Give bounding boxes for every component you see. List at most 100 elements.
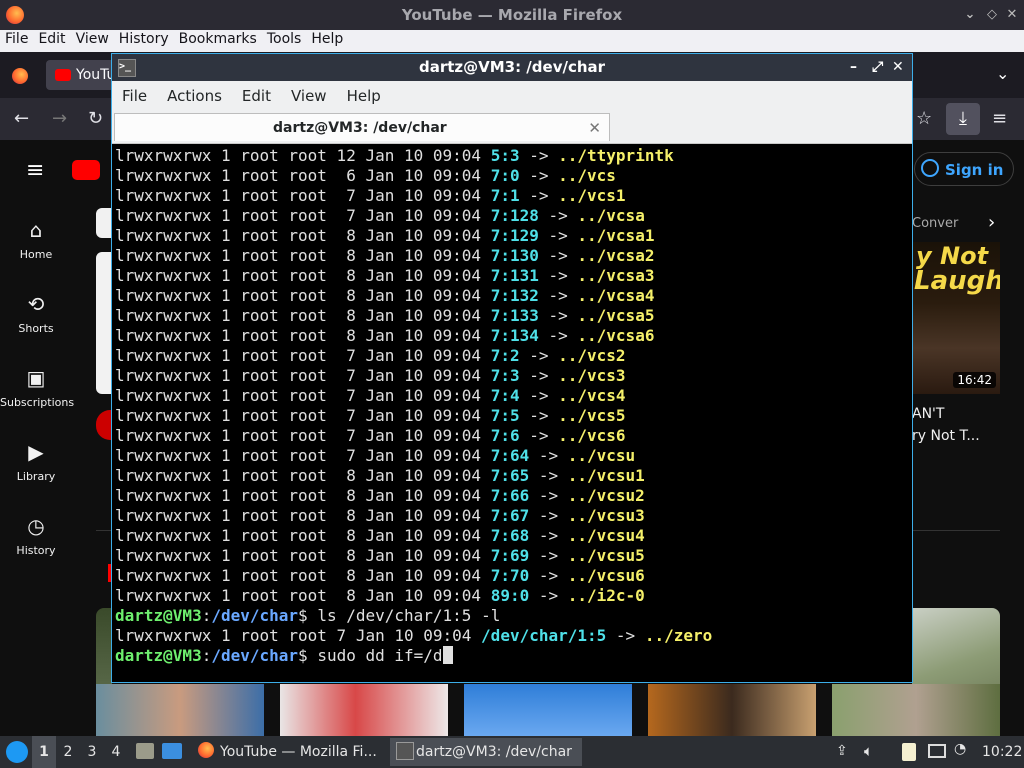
link-target: ../vcs6 xyxy=(558,426,626,445)
sidebar-label: Library xyxy=(16,470,56,483)
term-menu-actions[interactable]: Actions xyxy=(157,81,232,105)
sidebar-item-history[interactable]: ◷ History xyxy=(0,514,72,557)
menu-view[interactable]: View xyxy=(71,30,114,48)
listing-prefix: lrwxrwxrwx 1 root root 6 Jan 10 09:04 xyxy=(115,166,491,185)
short-thumbnail[interactable] xyxy=(96,684,264,736)
youtube-favicon-icon xyxy=(55,69,71,81)
video-title[interactable]: ry Not T... xyxy=(912,428,980,444)
forward-icon[interactable]: → xyxy=(52,108,67,129)
short-thumbnail[interactable] xyxy=(648,684,816,736)
app-launcher-icon[interactable] xyxy=(6,741,28,763)
menu-file[interactable]: File xyxy=(0,30,33,48)
terminal-output[interactable]: lrwxrwxrwx 1 root root 12 Jan 10 09:04 5… xyxy=(115,146,907,681)
menu-help[interactable]: Help xyxy=(306,30,348,48)
hamburger-menu-icon[interactable]: ≡ xyxy=(992,108,1007,129)
firefox-menubar: File Edit View History Bookmarks Tools Help xyxy=(0,30,1024,52)
prompt-directory: /dev/char xyxy=(211,646,299,665)
video-thumbnail[interactable] xyxy=(96,252,112,394)
terminal-line: lrwxrwxrwx 1 root root 8 Jan 10 09:04 7:… xyxy=(115,506,907,526)
listing-prefix: lrwxrwxrwx 1 root root 8 Jan 10 09:04 xyxy=(115,526,491,545)
sidebar-item-shorts[interactable]: ⟲ Shorts xyxy=(0,292,72,335)
history-icon: ◷ xyxy=(27,514,45,538)
sidebar-item-subscriptions[interactable]: ▣ Subscriptions xyxy=(0,366,74,409)
taskbar-item-firefox[interactable]: YouTube — Mozilla Fi... xyxy=(194,738,384,766)
terminal-line: lrwxrwxrwx 1 root root 8 Jan 10 09:04 7:… xyxy=(115,226,907,246)
upload-tray-icon[interactable]: ⇪ xyxy=(836,743,848,759)
network-icon[interactable] xyxy=(928,744,946,758)
sign-in-button[interactable]: Sign in xyxy=(914,152,1014,186)
device-number: 7:131 xyxy=(490,266,539,285)
device-number: 7:130 xyxy=(490,246,539,265)
device-number: 7:128 xyxy=(490,206,539,225)
link-target: ../vcsa3 xyxy=(577,266,655,285)
menu-history[interactable]: History xyxy=(114,30,174,48)
clipboard-icon[interactable] xyxy=(902,743,916,761)
show-desktop-icon[interactable] xyxy=(162,743,182,759)
text-cursor xyxy=(442,646,453,664)
link-target: ../vcsu xyxy=(567,446,636,465)
sidebar-item-home[interactable]: ⌂ Home xyxy=(0,218,72,261)
maximize-icon[interactable]: ◇ xyxy=(984,7,1000,23)
taskbar-item-terminal[interactable]: dartz@VM3: /dev/char xyxy=(390,738,582,766)
chevron-right-icon[interactable]: › xyxy=(988,212,995,233)
video-thumbnail[interactable]: y Not Laugh 16:42 xyxy=(912,242,1000,394)
bookmark-star-icon[interactable]: ☆ xyxy=(916,108,932,129)
chevron-down-icon[interactable]: ⌄ xyxy=(996,64,1009,83)
terminal-line: lrwxrwxrwx 1 root root 8 Jan 10 09:04 89… xyxy=(115,586,907,606)
terminal-titlebar[interactable]: >_ dartz@VM3: /dev/char – ⤢ ✕ xyxy=(112,54,912,81)
firefox-view-icon[interactable] xyxy=(12,68,28,84)
menu-edit[interactable]: Edit xyxy=(33,30,70,48)
short-thumbnail[interactable] xyxy=(464,684,632,736)
term-menu-help[interactable]: Help xyxy=(337,81,391,105)
terminal-tab[interactable]: dartz@VM3: /dev/char ✕ xyxy=(114,113,610,141)
terminal-window-title: dartz@VM3: /dev/char xyxy=(418,58,606,76)
channel-avatar[interactable] xyxy=(96,410,112,440)
device-number: 7:70 xyxy=(490,566,530,585)
link-target: ../vcsu5 xyxy=(567,546,645,565)
device-number: 7:4 xyxy=(490,386,520,405)
downloads-icon[interactable]: ⤓ xyxy=(946,103,980,135)
menu-bookmarks[interactable]: Bookmarks xyxy=(174,30,262,48)
tab-youtube[interactable]: YouTu xyxy=(46,60,116,90)
link-arrow: -> xyxy=(538,286,578,305)
workspace-3[interactable]: 3 xyxy=(80,736,104,768)
device-number: 7:134 xyxy=(490,326,539,345)
link-arrow: -> xyxy=(519,186,559,205)
short-thumbnail[interactable] xyxy=(832,684,1000,736)
reload-icon[interactable]: ↻ xyxy=(88,108,103,129)
yt-menu-icon[interactable]: ≡ xyxy=(26,158,44,183)
close-icon[interactable]: ✕ xyxy=(1004,7,1020,23)
term-menu-edit[interactable]: Edit xyxy=(232,81,281,105)
file-manager-icon[interactable] xyxy=(136,743,154,759)
link-arrow: -> xyxy=(538,326,578,345)
terminal-line: lrwxrwxrwx 1 root root 7 Jan 10 09:04 7:… xyxy=(115,426,907,446)
terminal-line: lrwxrwxrwx 1 root root 8 Jan 10 09:04 7:… xyxy=(115,326,907,346)
minimize-icon[interactable]: ⌄ xyxy=(962,7,978,23)
terminal-tabbar: dartz@VM3: /dev/char ✕ xyxy=(112,111,912,144)
term-menu-file[interactable]: File xyxy=(112,81,157,105)
workspace-2[interactable]: 2 xyxy=(56,736,80,768)
listing-prefix: lrwxrwxrwx 1 root root 8 Jan 10 09:04 xyxy=(115,506,491,525)
menu-tools[interactable]: Tools xyxy=(262,30,307,48)
youtube-logo-icon[interactable] xyxy=(72,160,100,180)
volume-icon[interactable]: 🔈︎ xyxy=(864,742,873,760)
maximize-icon[interactable]: ⤢ xyxy=(872,59,883,75)
notifications-icon[interactable]: ◔ xyxy=(954,741,966,757)
term-menu-view[interactable]: View xyxy=(281,81,337,105)
short-thumbnail[interactable] xyxy=(280,684,448,736)
firefox-window-title: YouTube — Mozilla Firefox xyxy=(401,6,623,24)
back-icon[interactable]: ← xyxy=(14,108,29,129)
link-arrow: -> xyxy=(529,566,568,585)
chip-conversation[interactable]: Conver xyxy=(912,216,958,231)
minimize-icon[interactable]: – xyxy=(850,59,857,75)
terminal-prompt-line: dartz@VM3:/dev/char$ sudo dd if=/d xyxy=(115,646,907,666)
clock[interactable]: 10:22 xyxy=(982,736,1022,768)
workspace-1[interactable]: 1 xyxy=(32,736,56,768)
link-target: ../vcsa xyxy=(577,206,645,225)
close-tab-icon[interactable]: ✕ xyxy=(588,114,601,142)
workspace-4[interactable]: 4 xyxy=(104,736,128,768)
video-title[interactable]: AN'T xyxy=(912,406,944,422)
sidebar-item-library[interactable]: ▶ Library xyxy=(0,440,72,483)
link-arrow: -> xyxy=(529,486,568,505)
close-icon[interactable]: ✕ xyxy=(892,59,904,75)
